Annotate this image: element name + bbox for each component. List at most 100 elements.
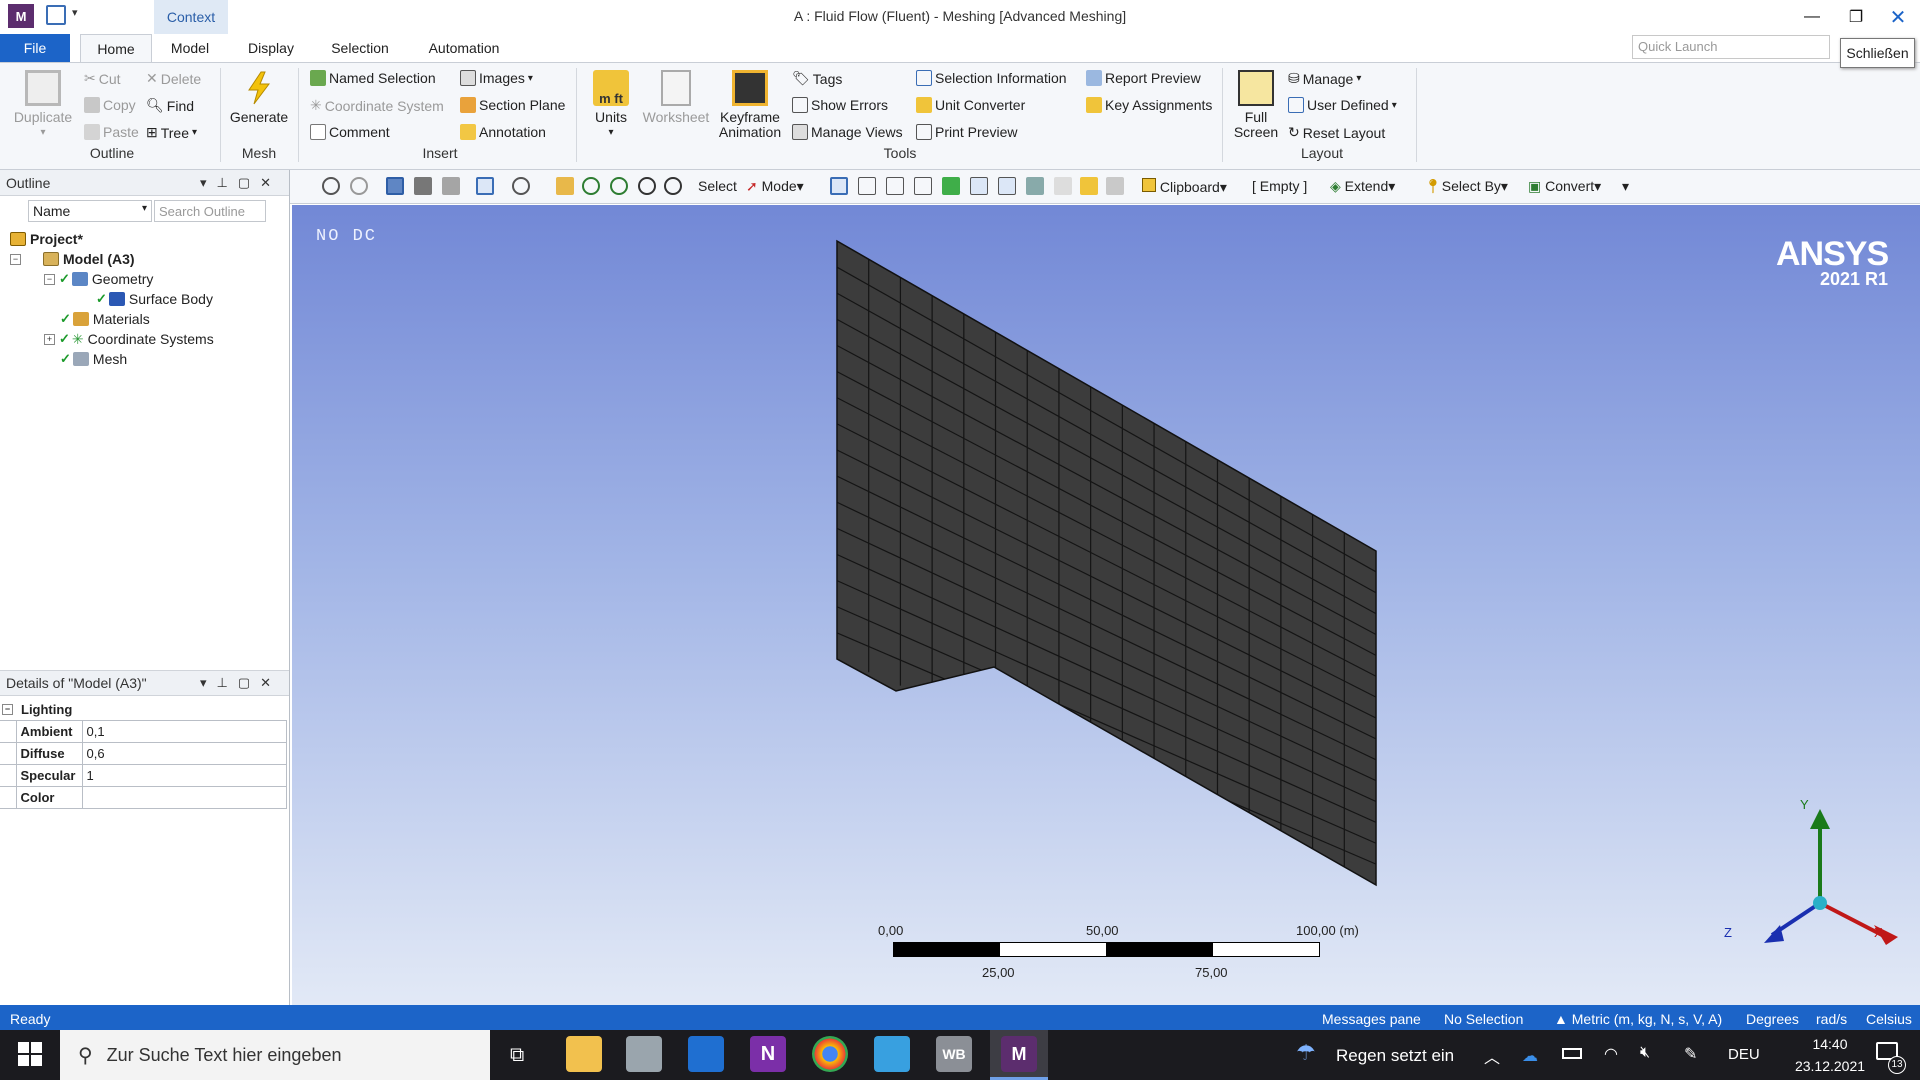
scanner-app-icon[interactable]: [626, 1036, 662, 1072]
tray-overflow-icon[interactable]: ︿: [1484, 1044, 1500, 1068]
search-outline-input[interactable]: Search Outline: [154, 200, 266, 222]
face-select-icon[interactable]: [886, 177, 904, 195]
degrees-status[interactable]: Degrees: [1746, 1011, 1799, 1027]
tab-display[interactable]: Display: [236, 34, 306, 62]
element-face-select-icon[interactable]: [970, 177, 988, 195]
tab-file[interactable]: File: [0, 34, 70, 62]
body-select-icon[interactable]: [914, 177, 932, 195]
fluent-app-icon[interactable]: [874, 1036, 910, 1072]
tags-button[interactable]: 🏷︎ Tags: [792, 70, 842, 87]
edge-select-icon[interactable]: [858, 177, 876, 195]
clipboard-button[interactable]: Clipboard▾: [1142, 178, 1227, 196]
tree-item-geometry[interactable]: − ✓ Geometry: [44, 270, 153, 288]
show-errors-button[interactable]: Show Errors: [792, 97, 888, 113]
comment-button[interactable]: Comment: [310, 124, 390, 140]
zoom-box-icon[interactable]: [610, 177, 628, 195]
taskbar-search[interactable]: ⚲ Zur Suche Text hier eingeben: [60, 1030, 490, 1080]
close-icon[interactable]: ✕: [1880, 4, 1916, 30]
zoom-out-icon[interactable]: [350, 177, 368, 195]
copy-button[interactable]: Copy: [84, 97, 136, 113]
rotate-icon[interactable]: [512, 177, 530, 195]
extend-button[interactable]: ◈ Extend▾: [1330, 178, 1395, 195]
tab-selection[interactable]: Selection: [320, 34, 400, 62]
detail-value[interactable]: 0,1: [81, 720, 287, 743]
expand-icon[interactable]: +: [44, 333, 55, 345]
generate-button[interactable]: Generate: [226, 70, 292, 125]
report-preview-button[interactable]: Report Preview: [1086, 70, 1201, 86]
axis-triad[interactable]: [1712, 785, 1912, 975]
tree-item-mesh[interactable]: ✓ Mesh: [60, 350, 127, 368]
magnifier-icon[interactable]: [664, 177, 682, 195]
windows-start-icon[interactable]: [18, 1042, 42, 1066]
images-button[interactable]: Images ▾: [460, 70, 533, 86]
label-icon[interactable]: [1080, 177, 1098, 195]
detail-value[interactable]: [81, 786, 287, 809]
file-explorer-icon[interactable]: [566, 1036, 602, 1072]
select-by-button[interactable]: 📍︎Select By▾: [1424, 178, 1508, 195]
tree-item-materials[interactable]: ✓ Materials: [60, 310, 150, 328]
units-status[interactable]: ▲ Metric (m, kg, N, s, V, A): [1554, 1011, 1722, 1027]
collapse-icon[interactable]: −: [2, 703, 13, 715]
named-selection-button[interactable]: Named Selection: [310, 70, 436, 86]
annotation-button[interactable]: Annotation: [460, 124, 546, 140]
workbench-icon[interactable]: WB: [936, 1036, 972, 1072]
meshing-taskbar-icon[interactable]: M: [1001, 1036, 1037, 1072]
paste-button[interactable]: Paste: [84, 124, 139, 140]
scale-icon[interactable]: [1054, 177, 1072, 195]
node-select-icon[interactable]: [942, 177, 960, 195]
collapse-icon[interactable]: −: [10, 253, 21, 265]
details-row[interactable]: Diffuse 0,6: [0, 742, 287, 765]
collapse-icon[interactable]: −: [44, 273, 55, 285]
toolbar-overflow-icon[interactable]: ▾: [1622, 178, 1629, 195]
mode-button[interactable]: ➚ Mode▾: [746, 178, 804, 195]
weather-text[interactable]: Regen setzt ein: [1336, 1046, 1454, 1066]
zoom-icon[interactable]: [582, 177, 600, 195]
manage-button[interactable]: ⛁ Manage ▾: [1288, 70, 1361, 87]
panel-controls-icon[interactable]: ▾⊥▢✕: [200, 675, 281, 691]
battery-icon[interactable]: [1562, 1048, 1582, 1059]
detail-value[interactable]: 1: [81, 764, 287, 787]
details-row[interactable]: Specular 1: [0, 764, 287, 787]
zoom-in-icon[interactable]: [322, 177, 340, 195]
quick-launch-input[interactable]: Quick Launch: [1632, 35, 1830, 59]
task-view-icon[interactable]: ⧉: [510, 1044, 524, 1067]
cut-button[interactable]: ✂ Cut: [84, 70, 121, 87]
graphics-viewport[interactable]: NO DC ANSYS 2021 R1 0,00 50,00 100,00 (m…: [292, 205, 1920, 1005]
print-preview-button[interactable]: Print Preview: [916, 124, 1017, 140]
tree-item-coordinate-systems[interactable]: + ✓ ✳ Coordinate Systems: [44, 330, 214, 348]
pen-icon[interactable]: ✎: [1684, 1044, 1697, 1064]
messages-pane-button[interactable]: Messages pane: [1322, 1011, 1421, 1027]
key-assignments-button[interactable]: Key Assignments: [1086, 97, 1212, 113]
box-select-icon[interactable]: [476, 177, 494, 195]
details-group-lighting[interactable]: − Lighting: [0, 698, 287, 720]
onedrive-icon[interactable]: ☁: [1522, 1046, 1538, 1066]
select-button[interactable]: Select: [698, 178, 737, 194]
chrome-icon[interactable]: [812, 1036, 848, 1072]
find-button[interactable]: 🔍︎ Find: [146, 97, 194, 114]
reset-layout-button[interactable]: ↻ Reset Layout: [1288, 124, 1385, 141]
keyframe-animation-button[interactable]: Keyframe Animation: [712, 70, 788, 140]
mail-icon[interactable]: [688, 1036, 724, 1072]
language-indicator[interactable]: DEU: [1728, 1046, 1760, 1063]
selection-information-button[interactable]: Selection Information: [916, 70, 1067, 86]
convert-button[interactable]: ▣ Convert▾: [1528, 178, 1601, 195]
rads-status[interactable]: rad/s: [1816, 1011, 1847, 1027]
mesh-select-icon[interactable]: [1026, 177, 1044, 195]
section-plane-button[interactable]: Section Plane: [460, 97, 565, 113]
tree-item-model[interactable]: − Model (A3): [10, 250, 135, 268]
onenote-icon[interactable]: N: [750, 1036, 786, 1072]
annotation-toggle-icon[interactable]: [1106, 177, 1124, 195]
manage-views-button[interactable]: Manage Views: [792, 124, 903, 140]
tree-item-surface-body[interactable]: ✓ Surface Body: [96, 290, 213, 308]
details-row[interactable]: Color: [0, 786, 287, 809]
units-button[interactable]: m ft Units ▾: [586, 70, 636, 140]
volume-muted-icon[interactable]: 🔇︎: [1640, 1044, 1650, 1062]
user-defined-button[interactable]: User Defined ▾: [1288, 97, 1397, 113]
shaded-view-icon[interactable]: [414, 177, 432, 195]
display-style-icon[interactable]: [442, 177, 460, 195]
wifi-icon[interactable]: ◠: [1604, 1044, 1618, 1064]
duplicate-button[interactable]: Duplicate ▾: [10, 70, 76, 140]
zoom-fit-icon[interactable]: [638, 177, 656, 195]
worksheet-button[interactable]: Worksheet: [638, 70, 714, 125]
taskbar-date[interactable]: 23.12.2021: [1780, 1058, 1880, 1074]
